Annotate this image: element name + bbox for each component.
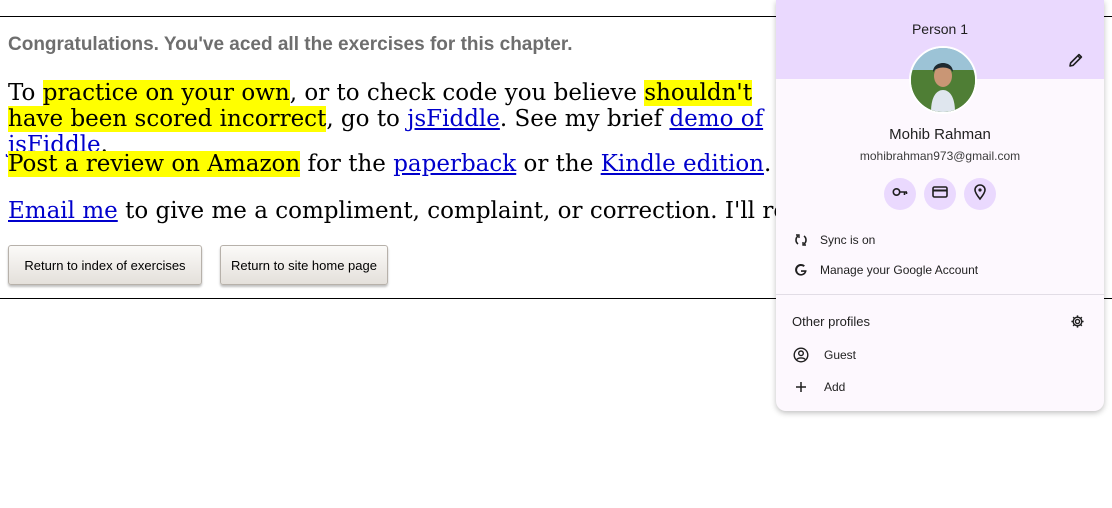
pencil-icon[interactable] bbox=[1067, 51, 1085, 69]
highlight-practice: practice on your own bbox=[42, 80, 290, 106]
text: to give me a compliment, complaint, or c… bbox=[117, 198, 865, 224]
plus-icon bbox=[793, 379, 809, 395]
jsfiddle-link[interactable]: jsFiddle bbox=[407, 106, 500, 132]
text: , go to bbox=[326, 106, 408, 132]
paperback-link[interactable]: paperback bbox=[393, 151, 516, 177]
add-label: Add bbox=[824, 380, 846, 394]
text: To bbox=[8, 80, 43, 106]
sync-icon bbox=[793, 232, 809, 248]
return-to-index-button[interactable]: Return to index of exercises bbox=[8, 245, 202, 285]
email-paragraph: Email me to give me a compliment, compla… bbox=[8, 198, 864, 224]
google-icon bbox=[793, 262, 809, 278]
guest-label: Guest bbox=[824, 348, 857, 362]
kindle-edition-link[interactable]: Kindle edition bbox=[601, 151, 764, 177]
popup-divider bbox=[776, 294, 1104, 295]
text: . See my brief bbox=[499, 106, 670, 132]
profile-label: Person 1 bbox=[911, 21, 969, 37]
profile-email: mohibrahman973@gmail.com bbox=[859, 149, 1021, 163]
congrats-heading: Congratulations. You've aced all the exe… bbox=[8, 34, 573, 55]
text: for the bbox=[300, 151, 394, 177]
passwords-button[interactable] bbox=[884, 178, 916, 210]
review-paragraph: Post a review on Amazon for the paperbac… bbox=[8, 151, 771, 177]
add-profile-row[interactable]: Add bbox=[776, 373, 1104, 401]
return-to-home-button[interactable]: Return to site home page bbox=[220, 245, 388, 285]
person-circle-icon bbox=[793, 347, 809, 363]
location-pin-icon bbox=[971, 183, 989, 206]
manage-account-row[interactable]: Manage your Google Account bbox=[776, 256, 1104, 284]
highlight-review: Post a review on Amazon bbox=[8, 151, 301, 177]
text: , or to check code you believe bbox=[289, 80, 645, 106]
practice-paragraph: To practice on your own, or to check cod… bbox=[8, 80, 808, 158]
sync-row[interactable]: Sync is on bbox=[776, 226, 1104, 254]
payment-methods-button[interactable] bbox=[924, 178, 956, 210]
key-icon bbox=[891, 183, 909, 206]
guest-profile-row[interactable]: Guest bbox=[776, 341, 1104, 369]
sync-label: Sync is on bbox=[820, 233, 876, 247]
other-profiles-heading: Other profiles bbox=[792, 314, 871, 329]
profile-name: Mohib Rahman bbox=[889, 126, 991, 143]
gear-icon[interactable] bbox=[1070, 314, 1085, 329]
email-me-link[interactable]: Email me bbox=[8, 198, 118, 224]
credit-card-icon bbox=[931, 183, 949, 206]
text: . bbox=[763, 151, 772, 177]
manage-account-label: Manage your Google Account bbox=[820, 263, 979, 277]
profile-popup: Person 1 Mohib Rahman mohibrahman973@gma… bbox=[776, 0, 1104, 411]
addresses-button[interactable] bbox=[964, 178, 996, 210]
text: or the bbox=[516, 151, 601, 177]
avatar[interactable] bbox=[909, 46, 977, 114]
